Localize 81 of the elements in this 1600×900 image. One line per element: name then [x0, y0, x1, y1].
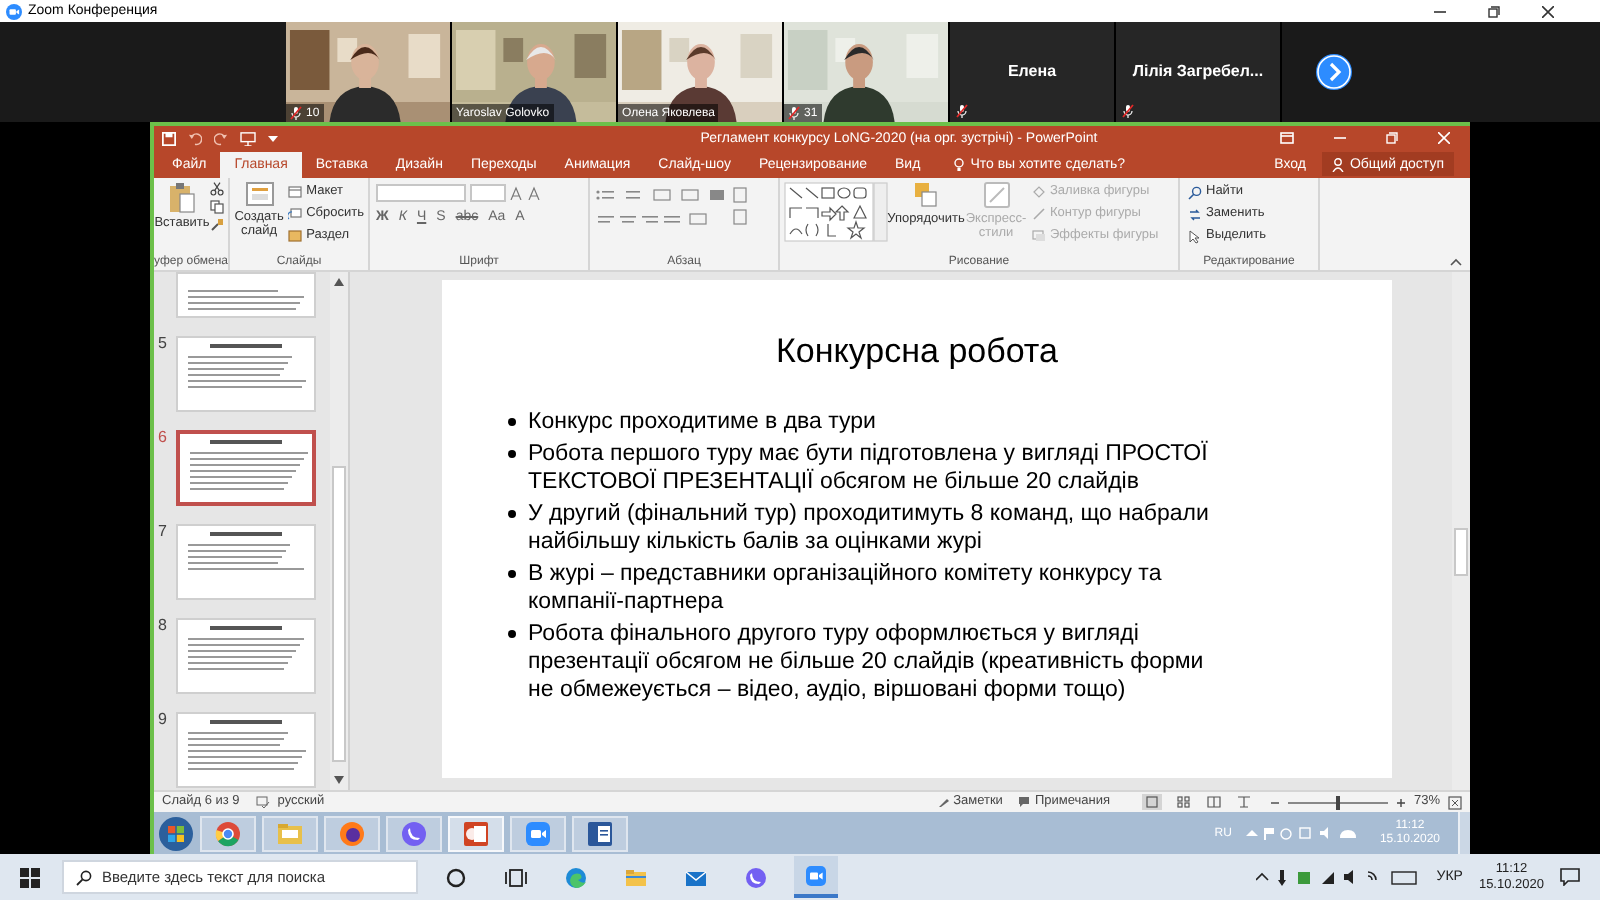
presentation-app-icon [462, 819, 490, 847]
bullet-icon [508, 630, 516, 638]
scroll-up-icon[interactable] [334, 278, 344, 286]
scrollbar[interactable] [330, 272, 348, 790]
brush-icon[interactable] [210, 218, 224, 232]
notifications-icon[interactable] [1560, 868, 1580, 886]
browser-icon [564, 865, 588, 889]
scissors-icon[interactable] [210, 182, 224, 196]
bullet-icon [508, 418, 516, 426]
start-button[interactable] [158, 815, 194, 851]
bullet-text: Робота фінального другого туру оформлюється у вигляді презентації обсягом не більше 20 слайдів (креативність форми не обмежеується – відео, аудіо, віршовані форми тощо) [528, 620, 1206, 704]
minimize-icon[interactable] [1434, 5, 1446, 17]
slide-title: Конкурсна робота [776, 334, 1058, 368]
fit-slide-icon[interactable] [1448, 795, 1462, 809]
scroll-down-icon[interactable] [334, 776, 344, 784]
cursor-icon [1188, 229, 1202, 243]
save-icon[interactable] [162, 131, 176, 145]
shapes-gallery[interactable] [784, 182, 888, 242]
lightbulb-icon [954, 158, 965, 172]
scroll-thumb[interactable] [1454, 528, 1468, 576]
participant-name: Елена [1007, 60, 1057, 84]
task-view-icon [504, 865, 528, 889]
reset-icon [288, 208, 303, 220]
slide-number: 7 [158, 524, 169, 540]
slide-number: 8 [158, 618, 169, 634]
bullet-icon [508, 450, 516, 458]
redo-icon[interactable] [214, 131, 228, 145]
folder-icon [276, 819, 304, 847]
bullet-icon [508, 510, 516, 518]
start-button[interactable] [20, 867, 40, 887]
mail-icon [684, 865, 708, 889]
effects-icon [1032, 230, 1046, 242]
tray-icons[interactable] [1256, 868, 1421, 886]
bullet-text: У другий (фінальний тур) проходитимуть 8 команд, що набрали найбільшу кількість балів за оцінками журі [528, 500, 1211, 556]
video-app-icon [804, 863, 828, 887]
replace-icon [1188, 207, 1202, 221]
collapse-icon[interactable] [1450, 258, 1462, 266]
pen-icon [1032, 208, 1046, 220]
copy-icon[interactable] [210, 200, 224, 214]
viber-icon [400, 819, 428, 847]
scroll-thumb[interactable] [332, 466, 346, 762]
scrollbar[interactable] [1452, 272, 1470, 790]
slider-thumb[interactable] [1335, 795, 1340, 809]
comment-icon [1018, 796, 1031, 808]
slide-thumbnail[interactable] [176, 430, 316, 506]
bullet-text: Конкурс проходитиме в два тури [528, 408, 876, 436]
presentation-icon[interactable] [240, 131, 256, 145]
chrome-icon [214, 819, 242, 847]
search-icon [76, 869, 92, 885]
slide-number: 5 [158, 336, 169, 352]
viber-icon [744, 865, 768, 889]
bullet-text: Робота першого туру має бути підготовлена у вигляді ПРОСТОЇ ТЕКСТОВОЇ ПРЕЗЕНТАЦІЇ обсягом не більше 20 слайдів [528, 440, 1210, 496]
close-icon[interactable] [1542, 5, 1554, 17]
bullet-text: В журі – представники організаційного комітету конкурсу та компанії-партнера [528, 560, 1164, 616]
participant-name: Лілія Загребел... [1132, 60, 1264, 84]
cortana-icon [444, 865, 468, 889]
next-page-button[interactable] [1316, 54, 1352, 90]
restore-icon[interactable] [1488, 5, 1500, 17]
zoom-in-icon[interactable] [1395, 797, 1406, 807]
slide-number: 6 [158, 430, 169, 446]
person-icon [1331, 157, 1344, 171]
bullet-icon [508, 570, 516, 578]
minimize-icon[interactable] [1334, 132, 1346, 144]
document-app-icon [586, 819, 614, 847]
undo-icon[interactable] [188, 131, 202, 145]
notes-icon [937, 796, 950, 808]
font-name-field[interactable] [376, 184, 466, 202]
video-app-icon [524, 819, 552, 847]
folder-icon [624, 865, 648, 889]
slide-number: 9 [158, 712, 169, 728]
zoom-out-icon[interactable] [1269, 797, 1280, 807]
caret-icon[interactable] [268, 134, 278, 142]
zoom-slider[interactable] [1287, 795, 1388, 809]
paint-bucket-icon [1032, 186, 1046, 198]
section-icon [288, 230, 303, 242]
font-size-field[interactable] [470, 184, 506, 202]
ribbon-options-icon[interactable] [1280, 132, 1294, 144]
spellcheck-icon[interactable] [255, 796, 270, 808]
firefox-icon [338, 819, 366, 847]
search-icon [1188, 185, 1202, 199]
layout-icon [288, 186, 303, 198]
